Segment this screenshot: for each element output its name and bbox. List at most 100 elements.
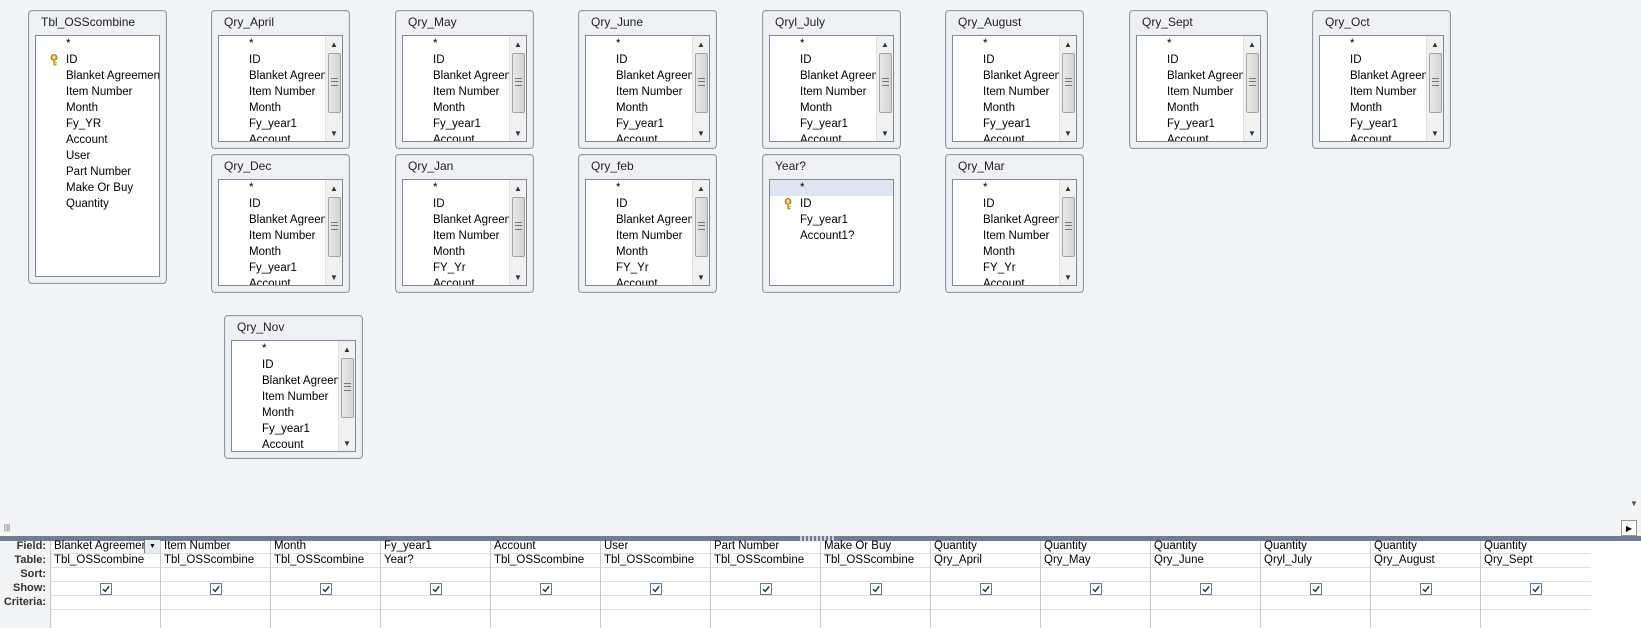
scroll-up-icon[interactable]: ▲	[326, 180, 342, 196]
field-list-scrollbar[interactable]: ▲ ▼	[1059, 36, 1076, 141]
field-item[interactable]: Item Number	[403, 228, 510, 244]
grid-sort-cell[interactable]	[601, 567, 711, 582]
grid-criteria-cell[interactable]	[931, 595, 1041, 610]
field-list-title[interactable]: Qry_Jan	[396, 155, 533, 175]
grid-table-cell[interactable]: Qry_August	[1371, 553, 1481, 568]
grid-criteria-cell[interactable]	[381, 595, 491, 610]
grid-column[interactable]: Quantity Qry_May	[1040, 540, 1151, 628]
field-item[interactable]: Blanket Agreem	[1137, 68, 1244, 84]
grid-sort-cell[interactable]	[1481, 567, 1591, 582]
field-item[interactable]: Fy_year1	[770, 212, 893, 228]
field-item[interactable]: ID	[770, 196, 893, 212]
field-item[interactable]: Blanket Agreem	[953, 212, 1060, 228]
grid-criteria-cell[interactable]	[491, 595, 601, 610]
field-item[interactable]: Make Or Buy	[36, 180, 159, 196]
grid-table-cell[interactable]: Qryl_July	[1261, 553, 1371, 568]
field-list-scrollbar[interactable]: ▲ ▼	[692, 36, 709, 141]
field-list-scrollbar[interactable]: ▲ ▼	[1059, 180, 1076, 285]
field-list-title[interactable]: Qry_April	[212, 11, 349, 31]
grid-sort-cell[interactable]	[1041, 567, 1151, 582]
scroll-down-icon[interactable]: ▼	[1244, 125, 1260, 141]
field-list-scrollbar[interactable]: ▲ ▼	[692, 180, 709, 285]
field-list-qryl-july[interactable]: Qryl_July * ID Blanket Agreem Item Number Mon…	[762, 10, 901, 149]
scroll-up-icon[interactable]: ▲	[1060, 180, 1076, 196]
field-item[interactable]: ID	[232, 357, 339, 373]
scroll-down-icon[interactable]: ▼	[326, 125, 342, 141]
field-item[interactable]: Blanket Agreem	[586, 68, 693, 84]
grid-column[interactable]: Blanket Agreemen ▼ Tbl_OSScombine	[50, 539, 161, 628]
show-checkbox[interactable]	[320, 583, 332, 595]
field-item[interactable]: Fy_year1	[586, 116, 693, 132]
field-item[interactable]: ID	[403, 52, 510, 68]
field-item[interactable]: Month	[953, 100, 1060, 116]
field-item[interactable]: *	[403, 36, 510, 52]
field-item[interactable]: User	[36, 148, 159, 164]
field-item[interactable]: *	[586, 36, 693, 52]
chevron-down-icon[interactable]: ▼	[144, 539, 161, 553]
field-item[interactable]: Month	[403, 100, 510, 116]
field-list-qry-dec[interactable]: Qry_Dec * ID Blanket Agreem Item Number Month…	[211, 154, 350, 293]
field-list-qry-mar[interactable]: Qry_Mar * ID Blanket Agreem Item Number Month…	[945, 154, 1084, 293]
field-item[interactable]: ID	[586, 52, 693, 68]
field-list-scrollbar[interactable]: ▲ ▼	[325, 36, 342, 141]
grid-sort-cell[interactable]	[1371, 567, 1481, 582]
field-item[interactable]: Item Number	[586, 84, 693, 100]
grid-table-cell[interactable]: Qry_April	[931, 553, 1041, 568]
scroll-thumb[interactable]	[341, 358, 354, 418]
field-item[interactable]: Month	[403, 244, 510, 260]
scroll-up-icon[interactable]: ▲	[339, 341, 355, 357]
grid-column[interactable]: User Tbl_OSScombine	[600, 540, 711, 628]
grid-table-cell[interactable]: Year?	[381, 553, 491, 568]
field-item[interactable]: *	[586, 180, 693, 196]
grid-column[interactable]: Fy_year1 Year?	[380, 539, 491, 628]
grid-table-cell[interactable]: Qry_June	[1151, 553, 1261, 568]
show-checkbox[interactable]	[540, 583, 552, 595]
field-item[interactable]: ID	[403, 196, 510, 212]
field-item[interactable]: Account	[219, 276, 326, 285]
field-item[interactable]: Account	[219, 132, 326, 141]
query-design-pane[interactable]: Tbl_OSScombine * ID Blanket Agreement Item N…	[0, 0, 1641, 521]
field-item[interactable]: ID	[770, 52, 877, 68]
field-list-scrollbar[interactable]: ▲ ▼	[509, 36, 526, 141]
field-list-title[interactable]: Qryl_July	[763, 11, 900, 31]
field-list-title[interactable]: Qry_feb	[579, 155, 716, 175]
field-item[interactable]: *	[953, 180, 1060, 196]
field-list-scrollbar[interactable]: ▲ ▼	[1426, 36, 1443, 141]
grid-criteria-cell[interactable]	[601, 595, 711, 610]
field-item[interactable]: *	[36, 36, 159, 52]
field-item[interactable]: Blanket Agreem	[586, 212, 693, 228]
grid-field-cell[interactable]: Quantity	[1261, 539, 1371, 554]
field-item[interactable]: Account1?	[770, 228, 893, 244]
field-item[interactable]: Account	[403, 132, 510, 141]
grid-column[interactable]: Quantity Qry_June	[1150, 539, 1261, 628]
grid-column[interactable]: Quantity Qry_Sept	[1480, 540, 1591, 628]
field-item[interactable]: Blanket Agreem	[403, 212, 510, 228]
show-checkbox[interactable]	[1200, 583, 1212, 595]
grid-field-cell[interactable]: Fy_year1	[381, 539, 491, 554]
grid-field-cell[interactable]: Quantity	[1151, 539, 1261, 554]
scroll-down-icon[interactable]: ▼	[1060, 269, 1076, 285]
scroll-down-icon[interactable]: ▼	[339, 435, 355, 451]
grid-table-cell[interactable]: Tbl_OSScombine	[821, 553, 931, 568]
grid-criteria-cell[interactable]	[821, 595, 931, 610]
scroll-thumb[interactable]	[328, 197, 341, 257]
field-list-scrollbar[interactable]: ▲ ▼	[876, 36, 893, 141]
field-item[interactable]: Item Number	[1320, 84, 1427, 100]
field-item[interactable]: Month	[1137, 100, 1244, 116]
grid-field-cell[interactable]: Quantity	[931, 539, 1041, 554]
grid-field-cell[interactable]: Quantity	[1371, 539, 1481, 554]
show-checkbox[interactable]	[1420, 583, 1432, 595]
grid-table-cell[interactable]: Tbl_OSScombine	[271, 553, 381, 568]
field-list-qry-feb[interactable]: Qry_feb * ID Blanket Agreem Item Number Month…	[578, 154, 717, 293]
grid-table-cell[interactable]: Qry_May	[1041, 553, 1151, 568]
field-item[interactable]: Fy_year1	[770, 116, 877, 132]
field-list-body[interactable]: * ID Blanket Agreem Item Number Month Fy_year…	[585, 35, 710, 142]
scroll-down-icon[interactable]: ▼	[877, 125, 893, 141]
field-item[interactable]: *	[770, 36, 877, 52]
grid-table-cell[interactable]: Tbl_OSScombine	[491, 553, 601, 568]
field-list-body[interactable]: * ID Blanket Agreement Item Number Month Fy_Y…	[35, 35, 160, 277]
grid-criteria-cell[interactable]	[1371, 595, 1481, 610]
show-checkbox[interactable]	[650, 583, 662, 595]
field-list-scrollbar[interactable]: ▲ ▼	[338, 341, 355, 451]
field-list-title[interactable]: Qry_August	[946, 11, 1083, 31]
